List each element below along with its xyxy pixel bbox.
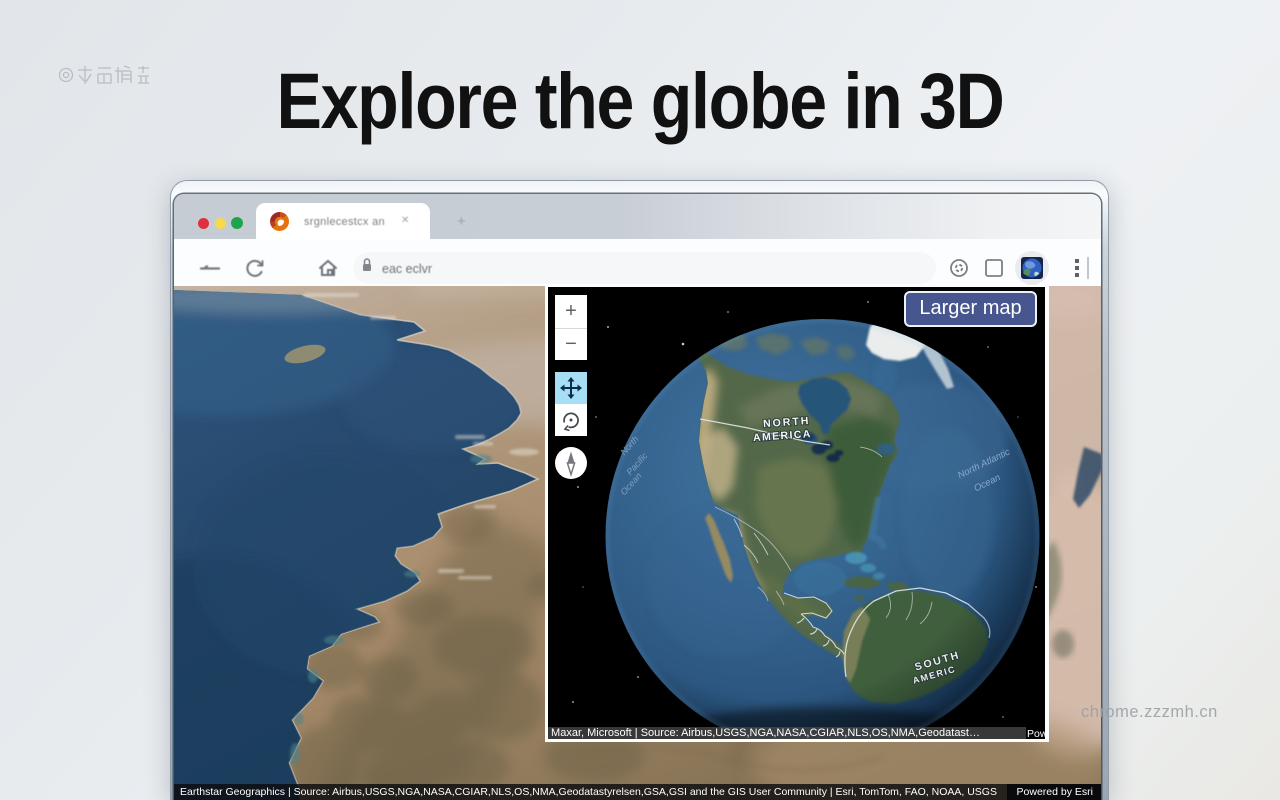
svg-text:eac eclvr: eac eclvr <box>382 262 432 276</box>
